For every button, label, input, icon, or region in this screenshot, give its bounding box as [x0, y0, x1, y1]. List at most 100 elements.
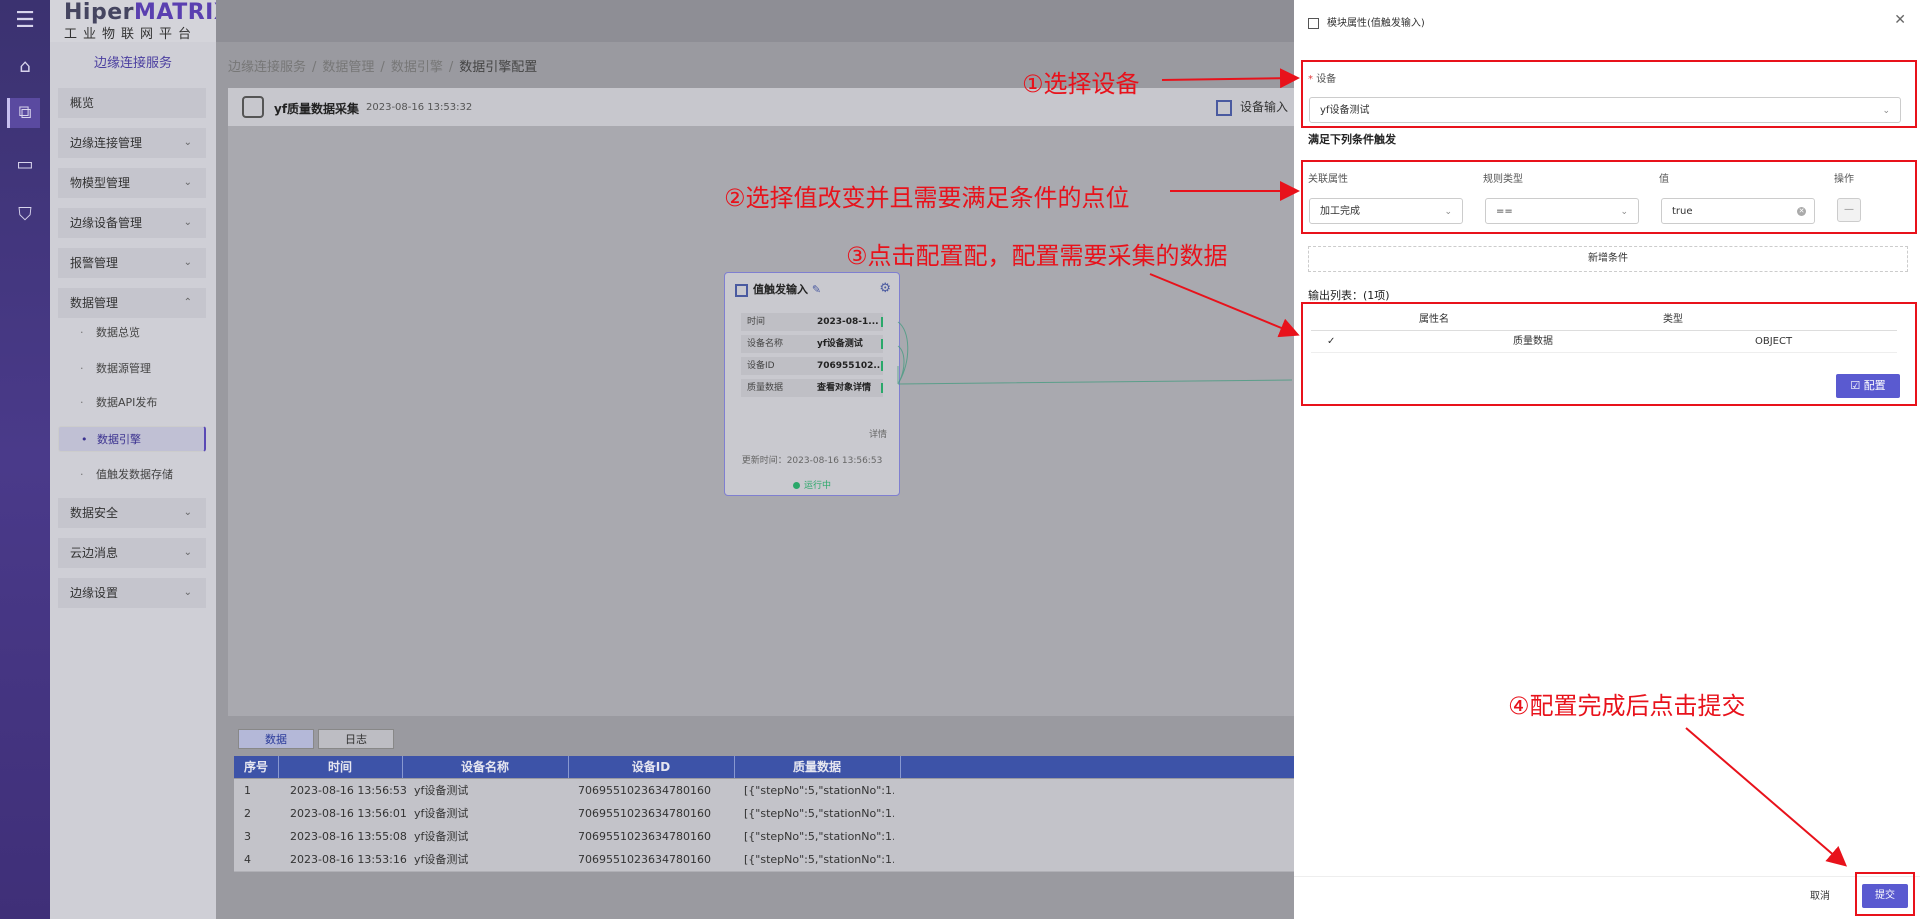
column-header: 序号 — [234, 756, 279, 778]
node-title: 值触发输入 — [753, 283, 808, 296]
menu-item-label: 边缘连接管理 — [70, 136, 143, 150]
gear-icon[interactable]: ⚙ — [879, 281, 891, 296]
menu-item-overview[interactable]: 概览 — [58, 88, 206, 118]
panel-footer-divider — [1294, 876, 1920, 877]
submenu-label: 值触发数据存储 — [96, 468, 173, 481]
annotation-step-4: ④配置完成后点击提交 — [1508, 692, 1746, 720]
menu-item-label: 物模型管理 — [70, 176, 131, 190]
menu-item-label: 边缘设置 — [70, 586, 119, 600]
column-header: 设备ID — [568, 756, 735, 778]
submenu-label: 数据API发布 — [96, 396, 158, 409]
tab-log[interactable]: 日志 — [318, 729, 394, 749]
annotation-step-1: ①选择设备 — [1022, 70, 1140, 98]
brand-logo: HiperMATRIX 工业物联网平台 — [50, 0, 231, 42]
arrow-step-1 — [1161, 68, 1300, 89]
node-field-row: 质量数据 查看对象详情 — [741, 379, 883, 397]
breadcrumb-separator: / — [380, 60, 385, 75]
submenu-data-engine[interactable]: • 数据引擎 — [58, 426, 206, 452]
output-list-title: 输出列表：(1项) — [1308, 289, 1390, 302]
table-row[interactable]: 3 2023-08-16 13:55:08 yf设备测试 70695510236347… — [234, 825, 1294, 849]
monitor-icon[interactable]: ▭ — [10, 150, 40, 180]
engine-timestamp: 2023-08-16 13:53:32 — [366, 102, 473, 113]
column-header: 设备名称 — [402, 756, 569, 778]
breadcrumb-current: 数据引擎配置 — [459, 60, 538, 75]
brand-subtitle: 工业物联网平台 — [64, 27, 198, 42]
menu-item-data-management[interactable]: 数据管理 ⌃ — [58, 288, 206, 318]
chevron-up-icon: ⌃ — [183, 297, 192, 308]
panel-title: 模块属性(值触发输入) — [1327, 18, 1425, 29]
submenu-data-overview[interactable]: · 数据总览 — [58, 320, 206, 346]
menu-item-cloud-edge-message[interactable]: 云边消息 ⌄ — [58, 538, 206, 568]
node-icon — [735, 283, 748, 297]
menu-item-edge-connection[interactable]: 边缘连接管理 ⌄ — [58, 128, 206, 158]
conditions-title: 满足下列条件触发 — [1308, 133, 1396, 146]
breadcrumb-item[interactable]: 数据管理 — [322, 60, 374, 75]
menu-item-label: 报警管理 — [70, 256, 119, 270]
node-detail-link[interactable]: 详情 — [869, 427, 887, 440]
breadcrumb-separator: / — [448, 60, 454, 75]
menu-item-label: 概览 — [70, 96, 95, 110]
annotation-box-submit — [1855, 872, 1915, 916]
submenu-data-source[interactable]: · 数据源管理 — [58, 356, 206, 382]
side-menu: 边缘连接服务 概览 边缘连接管理 ⌄ 物模型管理 ⌄ 边缘设备管理 ⌄ 报警管理 ⌄ 数… — [50, 42, 216, 919]
breadcrumb: 边缘连接服务 / 数据管理 / 数据引擎 / 数据引擎配置 — [228, 56, 537, 75]
top-bar — [216, 0, 1296, 42]
engine-icon — [242, 96, 264, 118]
submenu-data-api[interactable]: · 数据API发布 — [58, 390, 206, 416]
menu-item-thing-model[interactable]: 物模型管理 ⌄ — [58, 168, 206, 198]
chevron-down-icon: ⌄ — [183, 257, 192, 268]
breadcrumb-separator: / — [312, 60, 317, 75]
chevron-down-icon: ⌄ — [183, 217, 192, 228]
menu-item-edge-device[interactable]: 边缘设备管理 ⌄ — [58, 208, 206, 238]
annotation-box-output — [1301, 302, 1917, 406]
device-input-node-button[interactable]: 设备输入 — [1216, 98, 1288, 116]
status-dot-icon — [792, 482, 800, 489]
node-updated-time: 更新时间：2023-08-16 13:56:53 — [741, 456, 883, 466]
table-row[interactable]: 1 2023-08-16 13:56:53 yf设备测试 70695510236347… — [234, 779, 1294, 803]
brand-name-a: Hiper — [64, 0, 134, 25]
annotation-box-device — [1301, 60, 1917, 128]
menu-icon[interactable]: ☰ — [10, 6, 40, 36]
chevron-down-icon: ⌄ — [183, 507, 192, 518]
device-input-icon — [1216, 99, 1232, 116]
node-field-row: 时间 2023-08-1... — [741, 313, 883, 331]
chevron-down-icon: ⌄ — [183, 547, 192, 558]
chevron-down-icon: ⌄ — [183, 587, 192, 598]
chevron-down-icon: ⌄ — [183, 137, 192, 148]
edit-icon[interactable]: ✎ — [812, 283, 821, 296]
menu-item-label: 数据管理 — [70, 296, 119, 310]
submenu-label: 数据引擎 — [97, 433, 141, 446]
panel-icon — [1308, 17, 1319, 29]
device-input-label: 设备输入 — [1240, 100, 1289, 114]
menu-item-edge-settings[interactable]: 边缘设置 ⌄ — [58, 578, 206, 608]
menu-item-data-security[interactable]: 数据安全 ⌄ — [58, 498, 206, 528]
annotation-step-3: ③点击配置配，配置需要采集的数据 — [846, 242, 1228, 270]
add-condition-button[interactable]: 新增条件 — [1308, 246, 1908, 272]
tab-data[interactable]: 数据 — [238, 729, 314, 749]
annotation-step-2: ②选择值改变并且需要满足条件的点位 — [724, 184, 1130, 212]
icon-rail: ☰ ⌂ ⧉ ▭ ⛉ — [0, 0, 50, 919]
close-icon[interactable]: ✕ — [1894, 12, 1906, 28]
breadcrumb-item[interactable]: 数据引擎 — [391, 60, 443, 75]
menu-item-alarm[interactable]: 报警管理 ⌄ — [58, 248, 206, 278]
cancel-button[interactable]: 取消 — [1810, 887, 1830, 902]
column-header: 时间 — [278, 756, 403, 778]
status-label: 运行中 — [803, 481, 831, 491]
shield-icon[interactable]: ⛉ — [10, 200, 40, 230]
home-icon[interactable]: ⌂ — [10, 52, 40, 82]
menu-item-label: 云边消息 — [70, 546, 119, 560]
chevron-down-icon: ⌄ — [183, 177, 192, 188]
menu-item-label: 边缘设备管理 — [70, 216, 143, 230]
service-title: 边缘连接服务 — [93, 56, 172, 71]
submenu-label: 数据源管理 — [96, 362, 151, 375]
breadcrumb-item[interactable]: 边缘连接服务 — [228, 60, 306, 75]
table-row[interactable]: 4 2023-08-16 13:53:16 yf设备测试 70695510236347… — [234, 848, 1294, 872]
node-field-row: 设备ID 706955102... — [741, 357, 884, 375]
engine-name: yf质量数据采集 — [274, 102, 360, 116]
node-status: 运行中 — [725, 478, 899, 491]
connect-icon[interactable]: ⧉ — [7, 98, 40, 128]
menu-item-label: 数据安全 — [70, 506, 119, 520]
submenu-value-trigger-storage[interactable]: · 值触发数据存储 — [58, 462, 206, 488]
table-row[interactable]: 2 2023-08-16 13:56:01 yf设备测试 70695510236347… — [234, 802, 1294, 826]
value-trigger-node[interactable]: 值触发输入 ✎ ⚙ 时间 2023-08-1... 设备名称 yf设备测试 设备ID… — [724, 272, 900, 496]
